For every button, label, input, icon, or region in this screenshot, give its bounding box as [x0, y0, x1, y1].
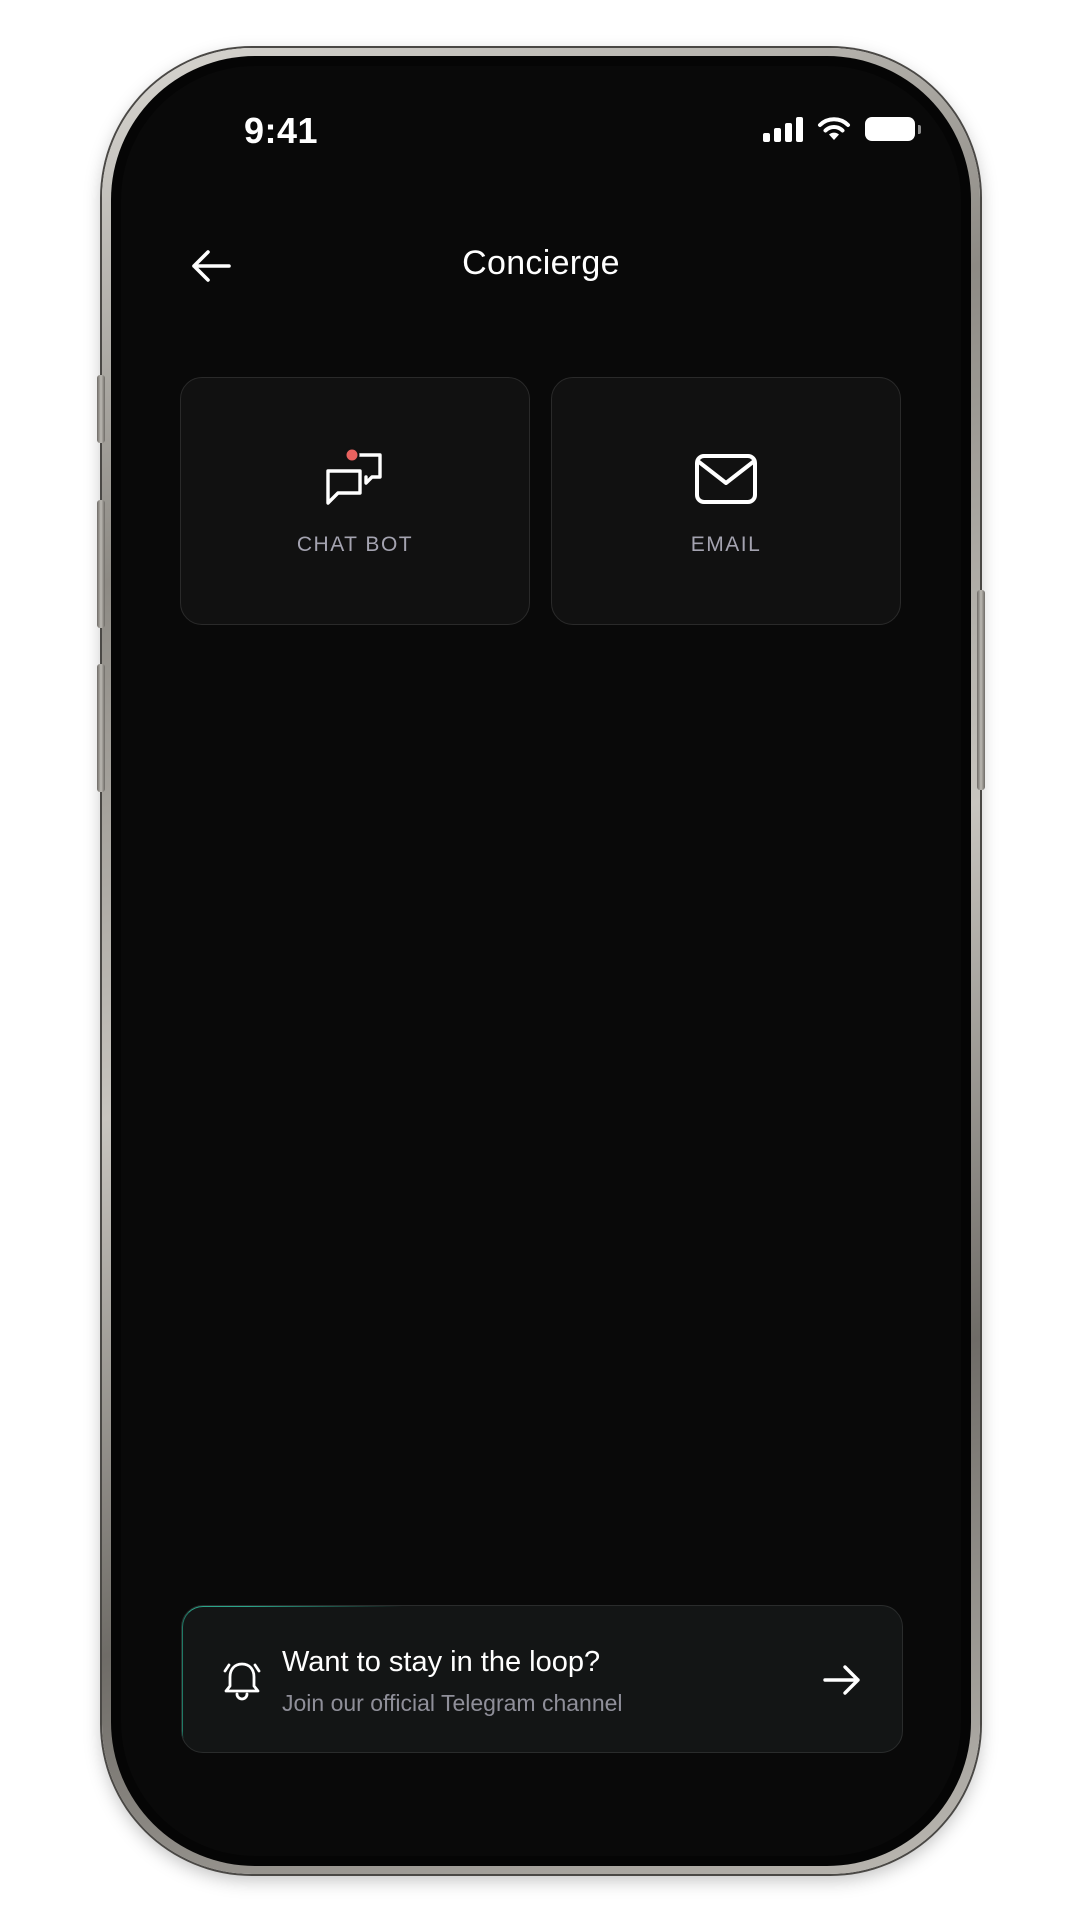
arrow-right-icon[interactable]	[820, 1658, 864, 1702]
page-title: Concierge	[462, 244, 620, 282]
chat-bot-label: CHAT BOT	[296, 533, 414, 556]
banner-title: Want to stay in the loop?	[282, 1646, 601, 1678]
notification-dot	[344, 447, 360, 463]
wifi-icon	[818, 117, 850, 140]
power-button	[977, 590, 985, 790]
banner-accent-border	[182, 1606, 403, 1752]
email-card[interactable]: EMAIL	[551, 377, 901, 625]
envelope-icon	[693, 446, 759, 512]
app-screen: 9:41 Concierge CHAT BOT EMAIL Want to st…	[121, 66, 961, 1856]
header: Concierge	[121, 226, 961, 306]
chat-bubbles-icon	[322, 446, 388, 512]
status-icons	[763, 116, 921, 142]
status-time: 9:41	[244, 110, 319, 151]
volume-up-button	[97, 500, 105, 628]
telegram-banner[interactable]: Want to stay in the loop? Join our offic…	[181, 1605, 903, 1753]
bell-icon	[223, 1662, 261, 1701]
signal-icon	[763, 116, 803, 142]
volume-down-button	[97, 664, 105, 792]
banner-subtitle: Join our official Telegram channel	[282, 1690, 623, 1716]
action-button	[97, 375, 105, 443]
battery-icon	[865, 117, 921, 141]
email-label: EMAIL	[690, 533, 762, 556]
chat-bot-card[interactable]: CHAT BOT	[180, 377, 530, 625]
